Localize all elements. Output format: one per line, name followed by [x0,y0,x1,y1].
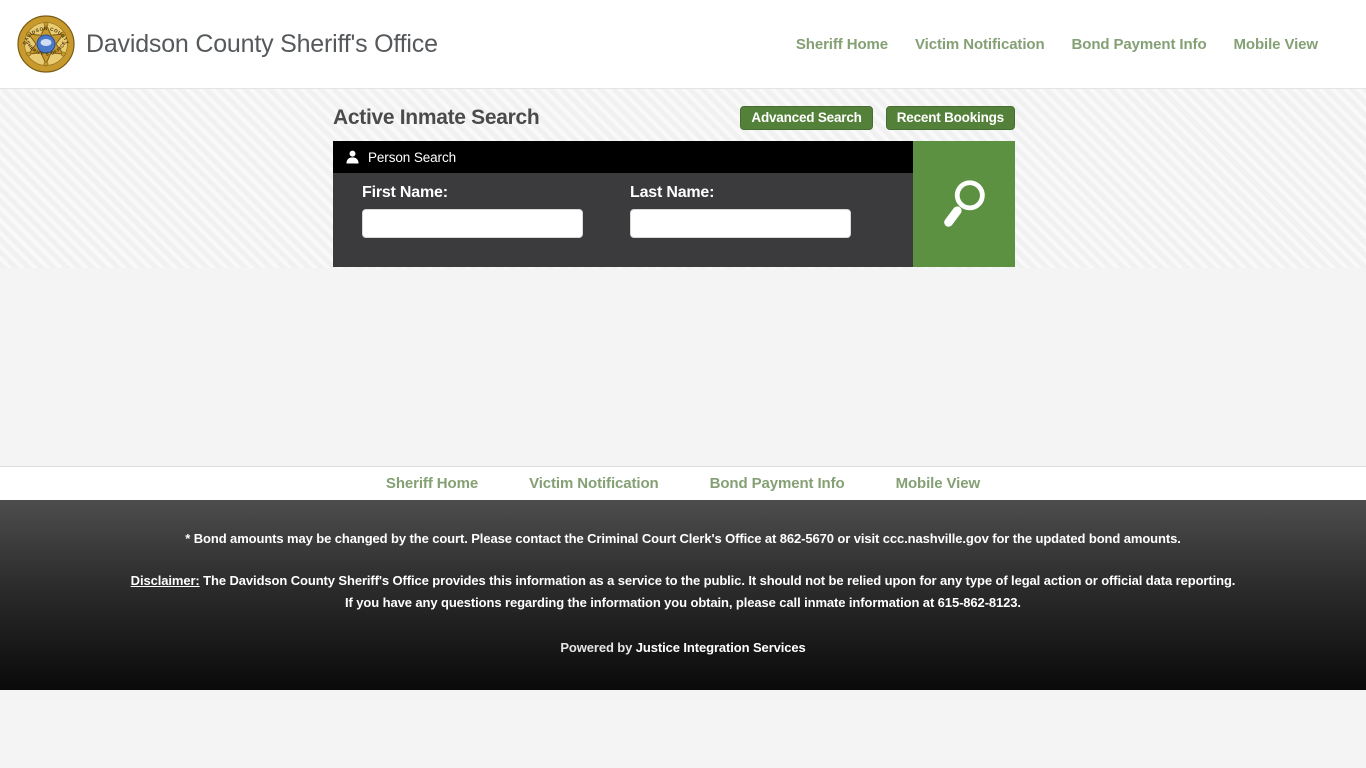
footer-link-mobile-view[interactable]: Mobile View [896,475,980,492]
person-search-form: Person Search First Name: Last Name: [333,141,913,267]
page: DAVIDSON COUNTY SHERIFF'S OFFICE Davidso… [0,0,1366,768]
sheriff-badge-logo: DAVIDSON COUNTY SHERIFF'S OFFICE [17,15,75,73]
questions-line: If you have any questions regarding the … [0,588,1366,610]
main-empty-area [0,268,1366,466]
first-name-field-group: First Name: [362,184,583,267]
footer-link-victim-notification[interactable]: Victim Notification [529,475,659,492]
search-band: Active Inmate Search Advanced Search Rec… [0,89,1366,268]
last-name-field-group: Last Name: [630,184,851,267]
brand[interactable]: DAVIDSON COUNTY SHERIFF'S OFFICE Davidso… [17,15,438,73]
advanced-search-button[interactable]: Advanced Search [740,106,872,130]
search-button[interactable] [913,141,1015,267]
top-nav: Sheriff Home Victim Notification Bond Pa… [796,36,1318,53]
nav-link-sheriff-home[interactable]: Sheriff Home [796,36,888,53]
title-buttons: Advanced Search Recent Bookings [740,106,1015,130]
powered-prefix: Powered by [560,640,635,655]
disclaimer: Disclaimer: The Davidson County Sheriff'… [0,546,1366,588]
panel-header-label: Person Search [368,150,456,165]
magnifier-icon [935,175,993,233]
site-title: Davidson County Sheriff's Office [86,30,438,59]
footer-link-bond-payment-info[interactable]: Bond Payment Info [710,475,845,492]
first-name-input[interactable] [362,209,583,238]
powered-link[interactable]: Justice Integration Services [636,640,806,655]
footer: * Bond amounts may be changed by the cou… [0,500,1366,690]
powered-by: Powered by Justice Integration Services [0,610,1366,655]
last-name-input[interactable] [630,209,851,238]
page-title: Active Inmate Search [333,106,539,130]
page-bottom-area [0,690,1366,768]
nav-link-victim-notification[interactable]: Victim Notification [915,36,1045,53]
nav-link-bond-payment-info[interactable]: Bond Payment Info [1072,36,1207,53]
person-search-panel: Person Search First Name: Last Name: [333,141,1015,267]
person-icon [346,150,359,164]
panel-body: First Name: Last Name: [333,173,913,267]
footer-nav: Sheriff Home Victim Notification Bond Pa… [0,466,1366,500]
disclaimer-text: The Davidson County Sheriff's Office pro… [200,573,1236,588]
recent-bookings-button[interactable]: Recent Bookings [886,106,1015,130]
last-name-label: Last Name: [630,184,851,202]
footer-link-sheriff-home[interactable]: Sheriff Home [386,475,478,492]
panel-header: Person Search [333,141,913,173]
bond-note: * Bond amounts may be changed by the cou… [0,500,1366,546]
header: DAVIDSON COUNTY SHERIFF'S OFFICE Davidso… [0,0,1366,89]
nav-link-mobile-view[interactable]: Mobile View [1234,36,1318,53]
disclaimer-label: Disclaimer: [131,573,200,588]
first-name-label: First Name: [362,184,583,202]
